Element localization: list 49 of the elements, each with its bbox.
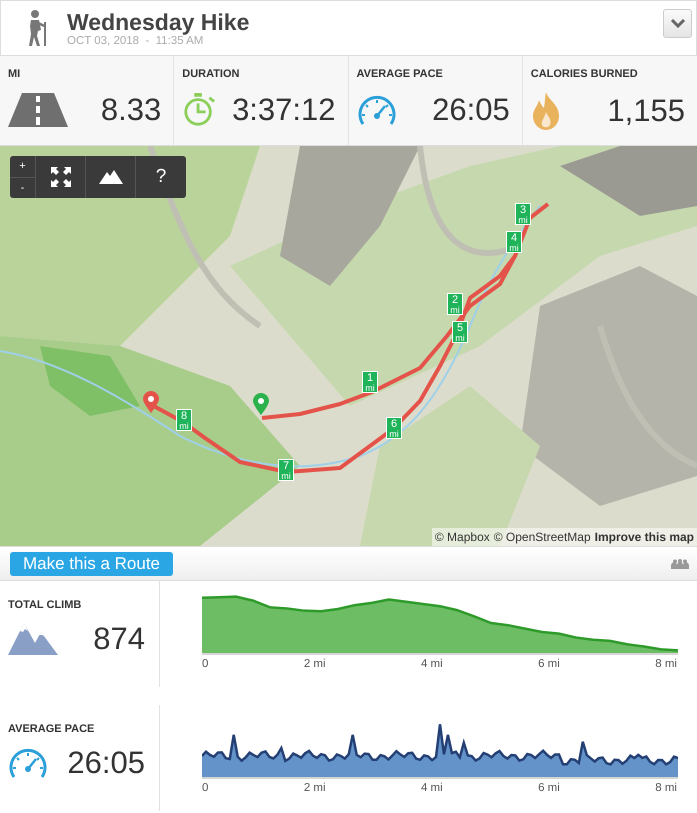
mile-marker: 8 mi [176,409,192,431]
axis-tick-label: 6 mi [538,782,560,794]
mile-marker: 4 mi [506,231,522,253]
mile-marker: 1 mi [362,371,378,393]
activity-date: OCT 03, 2018 - 11:35 AM [67,35,204,47]
stat-value: 26:05 [432,92,510,128]
stopwatch-icon [182,92,216,128]
section-value: 874 [93,621,145,657]
mile-marker: 2 mi [447,293,463,315]
axis-tick-label: 8 mi [655,782,677,794]
mountains-icon [98,170,122,184]
section-label: TOTAL CLIMB [8,599,82,611]
dropdown-button[interactable] [663,9,692,38]
mountains-icon [8,623,58,655]
road-icon [8,93,68,127]
attribution-text: © OpenStreetMap [494,530,591,544]
expand-icon [50,167,70,187]
stat-label: AVERAGE PACE [356,68,444,80]
axis-tick-label: 4 mi [420,658,443,670]
flame-icon [530,92,561,130]
mile-marker: 6 mi [386,417,402,439]
stat-value: 3:37:12 [232,92,336,128]
axis-tick-label: 0 [202,658,208,670]
axis-tick-label: 6 mi [538,658,560,670]
mile-marker: 7 mi [278,459,294,481]
zoom-in-button[interactable]: + [10,156,35,176]
section-label: AVERAGE PACE [8,723,96,735]
activity-title: Wednesday Hike [67,9,250,35]
start-pin-icon [253,393,269,415]
axis-tick-label: 2 mi [304,782,326,794]
section-value: 26:05 [67,745,145,781]
mile-marker: 5 mi [452,321,468,343]
axis-tick-label: 4 mi [420,782,443,794]
axis-tick-label: 0 [202,782,208,794]
axis-tick-label: 8 mi [655,658,677,670]
people-icon [671,558,689,568]
attribution-text: © Mapbox [434,530,490,544]
axis-tick-label: 2 mi [304,658,326,670]
stat-value: 1,155 [607,93,685,129]
stat-label: DURATION [182,68,240,80]
stat-label: MI [8,68,22,80]
mile-marker: 3 mi [515,203,531,225]
end-pin-icon [143,391,159,413]
zoom-out-button[interactable]: - [10,176,35,198]
help-button[interactable]: ? [136,156,186,198]
chevron-down-icon [670,19,684,28]
stat-value: 8.33 [100,92,162,128]
improve-map-link[interactable]: Improve this map [594,530,694,544]
stat-label: CALORIES BURNED [530,68,639,80]
